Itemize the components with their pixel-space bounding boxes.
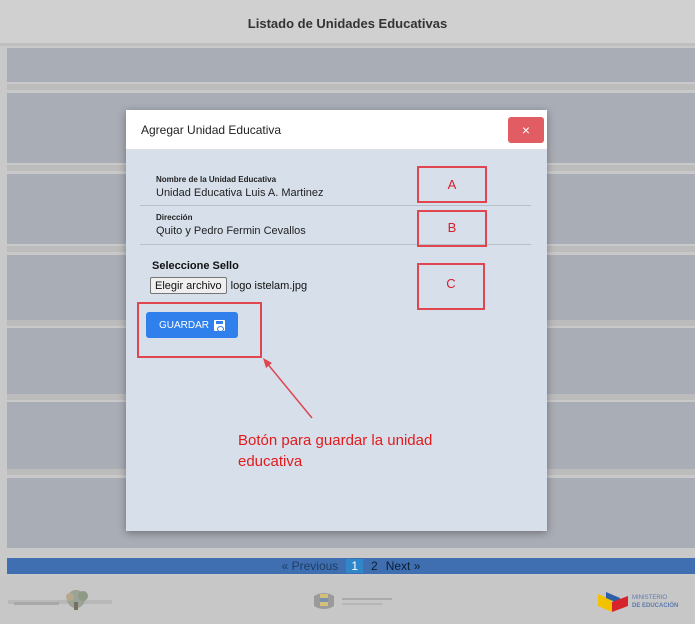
selected-file-name: logo istelam.jpg (230, 279, 308, 292)
address-value[interactable]: Quito y Pedro Fermin Cevallos (156, 225, 306, 237)
pagination-bar: « Previous 1 2 Next » (7, 558, 695, 574)
annotation-note: Botón para guardar la unidad educativa (238, 432, 433, 470)
modal-title: Agregar Unidad Educativa (141, 123, 282, 137)
file-picker: Elegir archivo logo istelam.jpg (150, 277, 307, 294)
annotation-label-a: A (447, 177, 457, 192)
ministerio-logo: MINISTERIO DE EDUCACIÓN (598, 592, 694, 614)
page-link-2[interactable]: 2 (371, 559, 378, 573)
table-row (7, 48, 695, 82)
choose-file-button[interactable]: Elegir archivo (150, 277, 227, 294)
next-page-link[interactable]: Next » (386, 559, 421, 573)
annotation-box-b: B (417, 210, 487, 247)
previous-page-link[interactable]: « Previous (282, 559, 339, 573)
seal-section-title: Seleccione Sello (152, 260, 239, 272)
annotation-label-c: C (446, 276, 456, 291)
page-title: Listado de Unidades Educativas (247, 16, 448, 31)
center-logo-icon (314, 593, 392, 609)
annotation-box-save (137, 302, 262, 358)
school-name-label: Nombre de la Unidad Educativa (156, 175, 277, 184)
annotation-label-b: B (447, 220, 457, 235)
footer: MINISTERIO DE EDUCACIÓN (0, 576, 695, 624)
left-logo-icon (8, 590, 112, 610)
close-button[interactable]: × (508, 117, 544, 143)
footer-label-1: MINISTERIO (632, 595, 668, 601)
pagination: « Previous 1 2 Next » (7, 558, 695, 574)
address-label: Dirección (156, 213, 193, 222)
footer-label-2: DE EDUCACIÓN (632, 603, 679, 609)
modal-header: Agregar Unidad Educativa × (126, 110, 547, 150)
annotation-box-a: A (417, 166, 487, 203)
annotation-box-c: C (417, 263, 485, 310)
page-link-1[interactable]: 1 (346, 559, 363, 573)
row-divider (7, 84, 695, 90)
school-name-value[interactable]: Unidad Educativa Luis A. Martinez (156, 187, 324, 199)
flag-icon (598, 592, 628, 612)
page-header: Listado de Unidades Educativas (0, 0, 695, 46)
